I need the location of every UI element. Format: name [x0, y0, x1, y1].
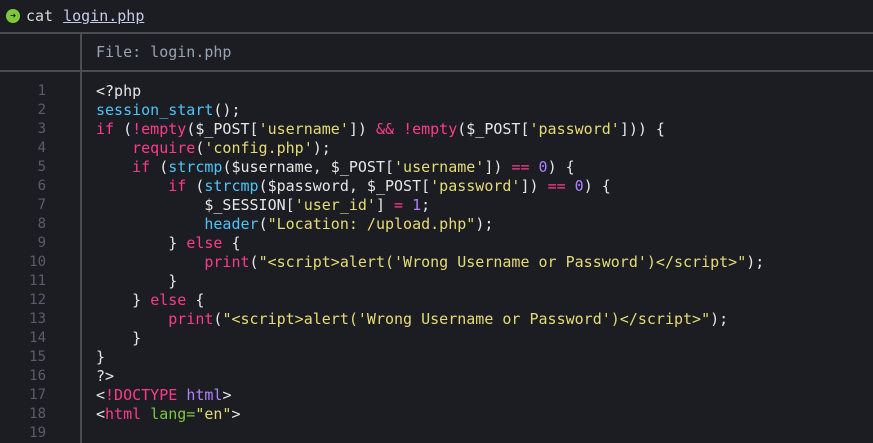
- line-number: 4: [37, 140, 46, 156]
- code-line: }: [96, 272, 178, 290]
- line-number: 13: [29, 311, 46, 327]
- line-number: 6: [37, 178, 46, 194]
- code-line: header("Location: /upload.php");: [204, 215, 494, 233]
- file-label: File: login.php: [96, 43, 232, 61]
- line-number: 12: [29, 292, 46, 308]
- source-code: <?php session_start(); if (!empty($_POST…: [82, 72, 764, 443]
- file-header: File: login.php: [0, 34, 873, 70]
- code-line: $_SESSION['user_id'] = 1;: [96, 196, 431, 214]
- code-line: session_start();: [96, 101, 241, 119]
- code-line: ?>: [96, 367, 115, 385]
- code-line: } else {: [96, 234, 241, 252]
- line-number: 1: [37, 83, 46, 99]
- line-number: 3: [37, 121, 46, 137]
- line-number: 19: [29, 425, 46, 441]
- code-view: 1 2 3 4 5 6 7 8 9 10 11 12 13 14 15 16 1…: [0, 72, 873, 443]
- line-number: 10: [29, 254, 46, 270]
- line-number: 15: [29, 349, 46, 365]
- code-line: <html lang="en">: [96, 405, 241, 423]
- line-number: 17: [29, 387, 46, 403]
- line-number: 5: [37, 159, 46, 175]
- line-number: 11: [29, 273, 46, 289]
- command-file-link[interactable]: login.php: [63, 7, 144, 25]
- code-line: <!DOCTYPE html>: [96, 386, 232, 404]
- terminal-prompt: ➜ cat login.php: [0, 0, 873, 32]
- code-line: print("<script>alert('Wrong Username or …: [168, 310, 729, 328]
- code-line: if (strcmp($password, $_POST['password']…: [168, 177, 611, 195]
- line-number: 8: [37, 216, 46, 232]
- code-line: print("<script>alert('Wrong Username or …: [204, 253, 765, 271]
- code-line: <?php: [96, 82, 142, 100]
- header-gutter: [0, 34, 82, 70]
- code-line: require('config.php');: [132, 139, 331, 157]
- line-number: 7: [37, 197, 46, 213]
- code-line: }: [96, 348, 106, 366]
- code-line: } else {: [96, 291, 205, 309]
- code-line: }: [96, 329, 142, 347]
- command-label: cat: [26, 7, 54, 25]
- code-line: if (strcmp($username, $_POST['username']…: [132, 158, 575, 176]
- line-number: 9: [37, 235, 46, 251]
- line-numbers: 1 2 3 4 5 6 7 8 9 10 11 12 13 14 15 16 1…: [0, 72, 82, 443]
- code-line: if (!empty($_POST['username']) && !empty…: [96, 120, 665, 138]
- arrow-right-icon: ➜: [6, 9, 20, 23]
- line-number: 2: [37, 102, 46, 118]
- line-number: 18: [29, 406, 46, 422]
- line-number: 14: [29, 330, 46, 346]
- line-number: 16: [29, 368, 46, 384]
